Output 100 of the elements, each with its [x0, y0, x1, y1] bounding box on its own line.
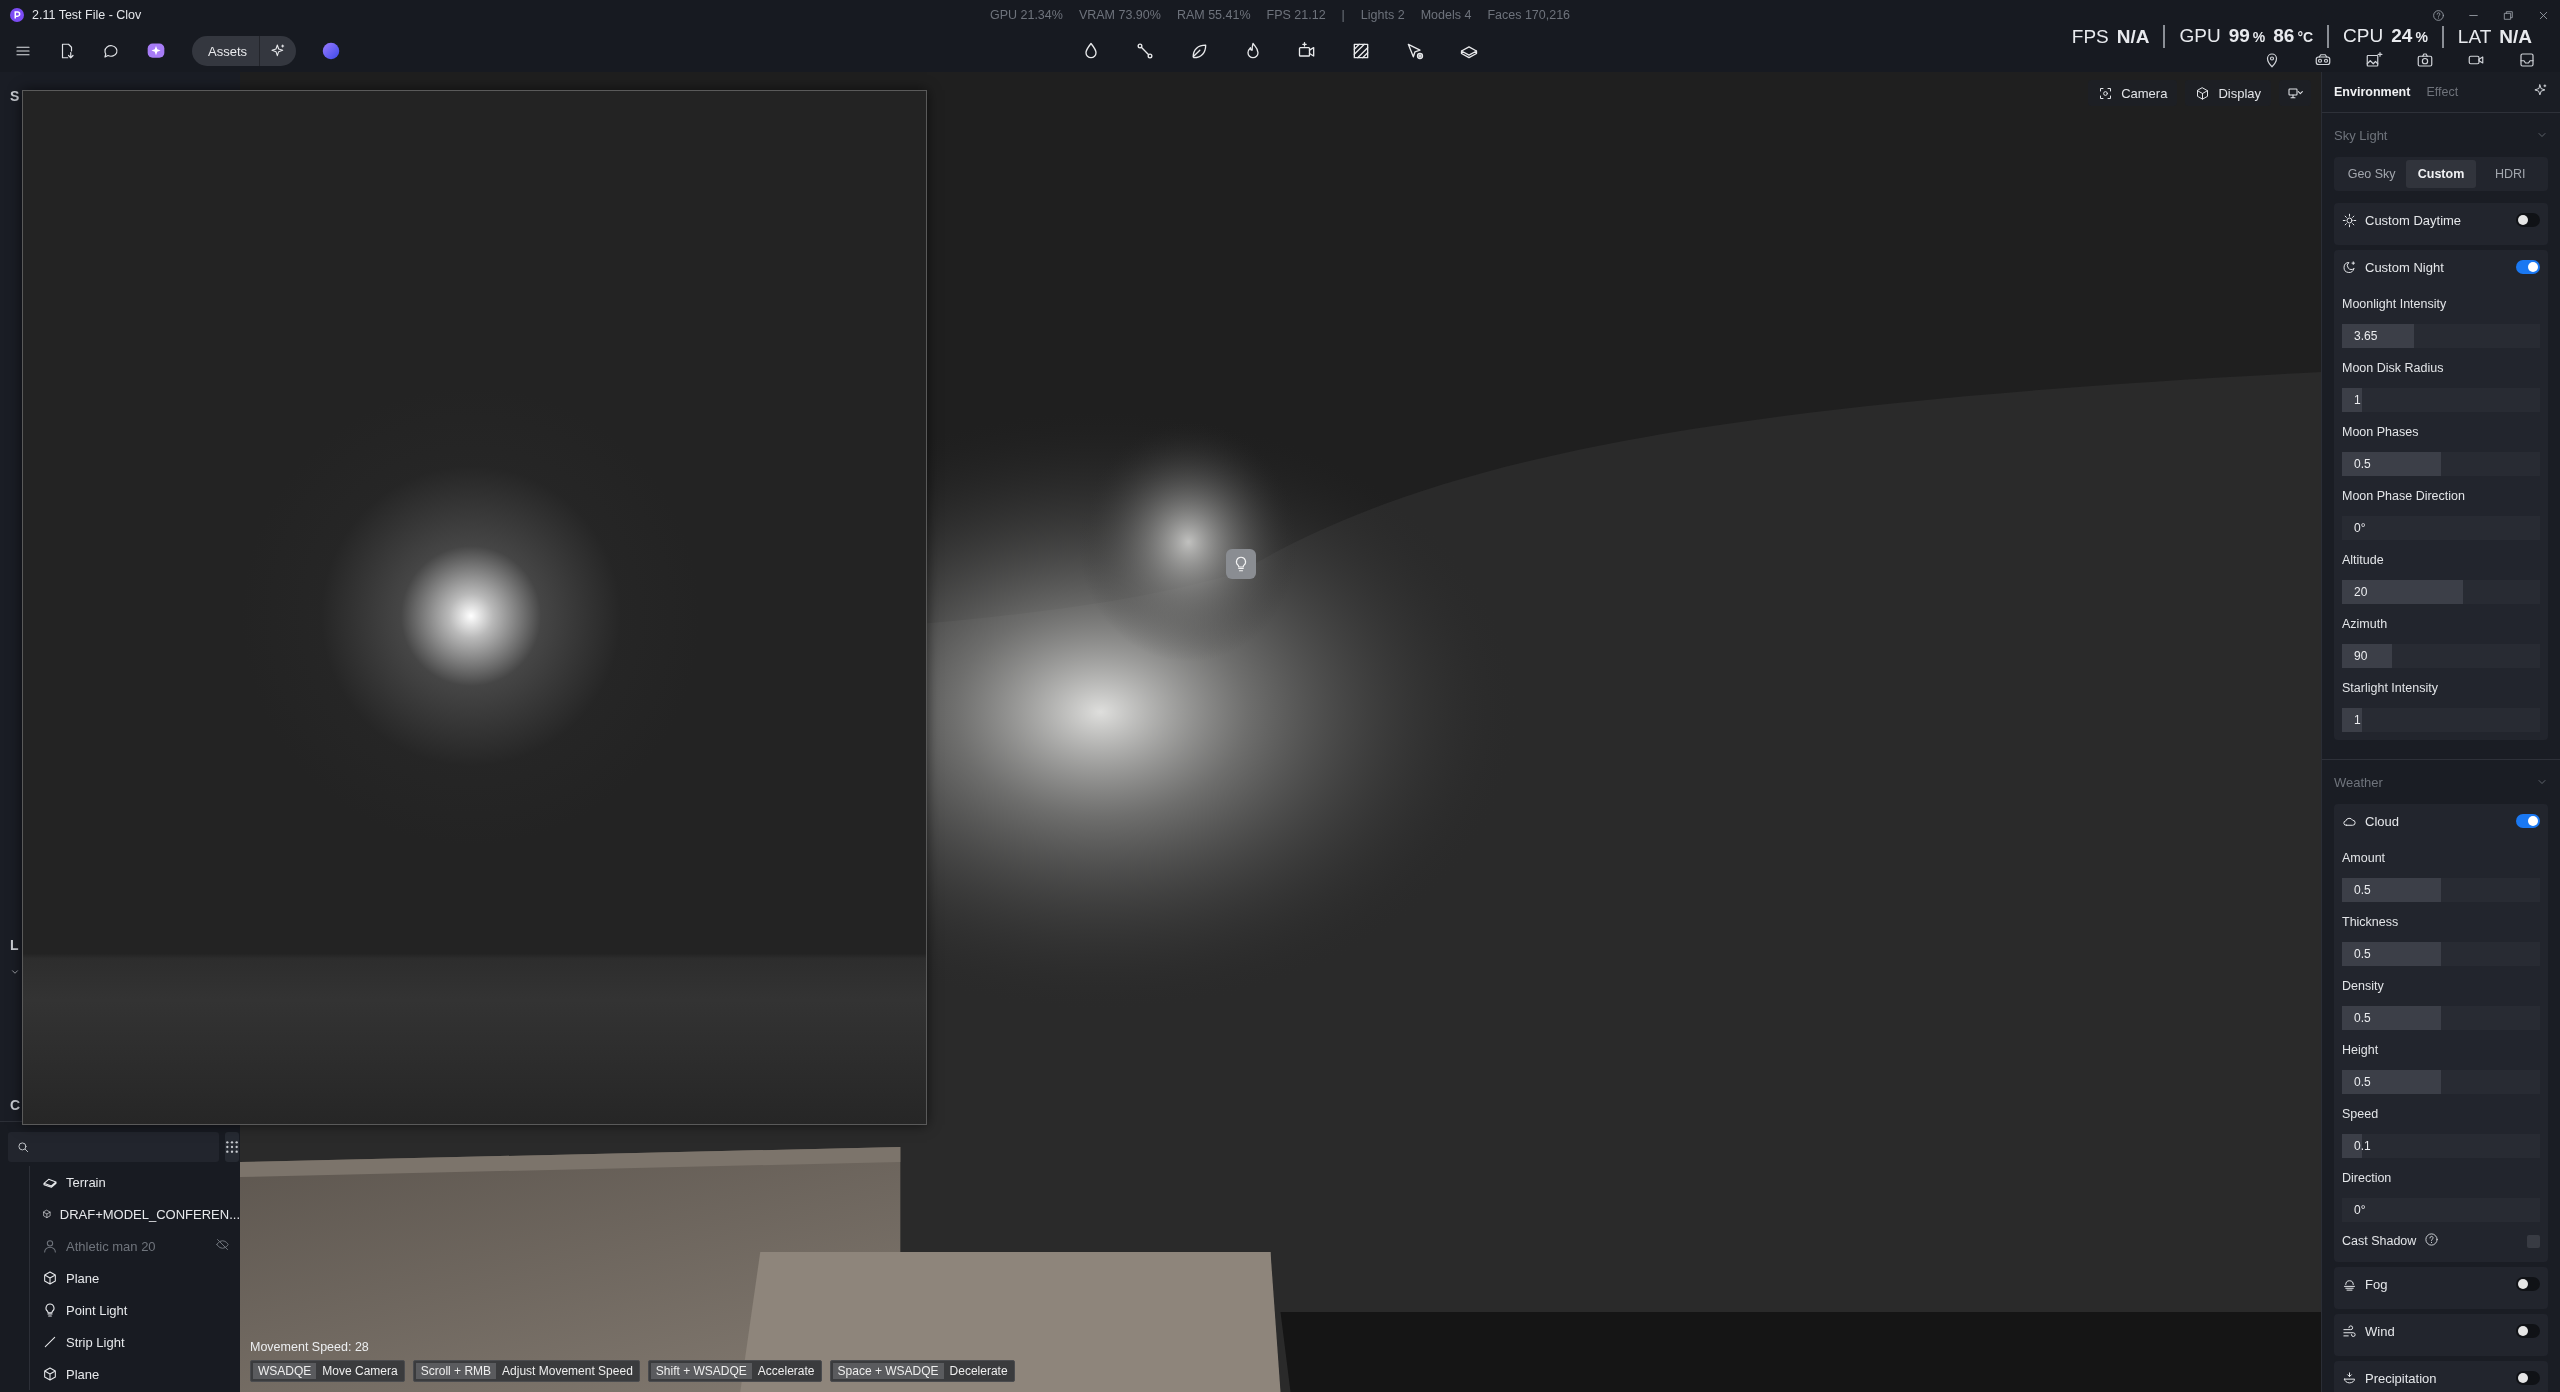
status-stat: Lights 2 — [1360, 8, 1405, 22]
help-icon[interactable] — [2424, 1232, 2440, 1247]
shortcut-action: Adjust Movement Speed — [502, 1364, 633, 1378]
section-title: Weather — [2334, 774, 2383, 790]
perf-value: 24 — [2391, 25, 2413, 47]
field-label: Direction — [2342, 1170, 2393, 1187]
perf-label: GPU — [2179, 25, 2221, 47]
slider-field[interactable]: 1 — [2342, 708, 2540, 732]
moon-icon — [2342, 259, 2357, 275]
panel-tab[interactable]: Environment — [2334, 85, 2411, 99]
number-field[interactable]: 0° — [2342, 516, 2540, 540]
shortcut-action: Decelerate — [949, 1364, 1008, 1378]
image-sparkle-icon[interactable] — [2365, 51, 2383, 69]
section-title: C — [10, 1097, 22, 1113]
eye-off-icon[interactable] — [215, 1237, 230, 1252]
slider-field[interactable]: 0.5 — [2342, 878, 2540, 902]
number-field[interactable]: 0° — [2342, 1198, 2540, 1222]
view-mode-dropdown[interactable] — [2279, 80, 2311, 106]
cursor-add-icon[interactable] — [1405, 41, 1425, 61]
help-icon[interactable] — [2432, 8, 2445, 22]
perf-value: 99 — [2228, 25, 2250, 47]
field-label: Cast Shadow — [2342, 1234, 2417, 1248]
app-logo-icon — [10, 8, 24, 22]
toggle-switch[interactable] — [2516, 1371, 2540, 1385]
field-label: Starlight Intensity — [2342, 680, 2439, 697]
section-title: L — [10, 937, 20, 953]
assets-button[interactable]: Assets — [192, 36, 259, 66]
line-icon — [42, 1334, 58, 1350]
shortcut-key: WSADQE — [253, 1363, 317, 1379]
viewport-button[interactable]: Camera — [2088, 80, 2178, 106]
perf-label: LAT — [2457, 25, 2492, 48]
restore-icon[interactable] — [2502, 8, 2515, 22]
chat-icon[interactable] — [102, 42, 120, 60]
shortcut-key: Shift + WSADQE — [650, 1363, 752, 1379]
slider-field[interactable]: 0.5 — [2342, 452, 2540, 476]
field-label: Azimuth — [2342, 616, 2389, 633]
slider-field[interactable]: 3.65 — [2342, 324, 2540, 348]
node-link-icon[interactable] — [1135, 41, 1155, 61]
toggle-switch[interactable] — [2516, 213, 2540, 227]
group-title: Custom Daytime — [2365, 212, 2462, 228]
grid-view-button[interactable] — [225, 1132, 239, 1162]
point-light-gizmo[interactable] — [1226, 549, 1256, 579]
chevron-down-icon — [10, 967, 20, 977]
movement-speed-label: Movement Speed: 28 — [250, 1340, 370, 1354]
mode-tab[interactable]: Custom — [2406, 160, 2476, 188]
shortcut-key: Space + WSADQE — [832, 1363, 944, 1379]
group-title: Precipitation — [2365, 1370, 2437, 1386]
slider-field[interactable]: 0.5 — [2342, 942, 2540, 966]
monitor-icon — [2287, 85, 2303, 101]
slider-field[interactable]: 0.5 — [2342, 1006, 2540, 1030]
status-stat: FPS 21.12 — [1266, 8, 1326, 22]
cube-icon — [42, 1270, 58, 1286]
shortcut-key: Scroll + RMB — [415, 1363, 497, 1379]
status-stat: GPU 21.34% — [989, 8, 1063, 22]
perf-label: FPS — [2071, 25, 2109, 48]
slider-field[interactable]: 0.1 — [2342, 1134, 2540, 1158]
focus-frame-icon — [2098, 85, 2114, 101]
field-label: Moon Phases — [2342, 424, 2420, 441]
perf-unit: °C — [2297, 28, 2314, 47]
shortcut-action: Move Camera — [322, 1364, 398, 1378]
mode-tab[interactable]: Geo Sky — [2337, 160, 2407, 188]
group-title: Cloud — [2365, 813, 2399, 829]
perf-value: N/A — [2116, 25, 2150, 48]
gradient-orb-icon[interactable] — [322, 42, 340, 60]
toggle-switch[interactable] — [2516, 814, 2540, 828]
group-title: Wind — [2365, 1323, 2395, 1339]
sparkle-icon[interactable] — [270, 43, 286, 59]
cube-icon — [2195, 85, 2211, 101]
person-icon — [42, 1238, 58, 1254]
section-title: S — [10, 88, 21, 104]
hatched-square-icon[interactable] — [1351, 41, 1371, 61]
toggle-switch[interactable] — [2516, 260, 2540, 274]
field-label: Thickness — [2342, 914, 2400, 931]
toggle-switch[interactable] — [2516, 1324, 2540, 1338]
mode-tab[interactable]: HDRI — [2475, 160, 2545, 188]
slider-field[interactable]: 20 — [2342, 580, 2540, 604]
camera-icon[interactable] — [2416, 51, 2434, 69]
perf-value: 86 — [2273, 25, 2295, 47]
status-stat: Faces 170,216 — [1487, 8, 1571, 22]
ai-assistant-icon[interactable] — [146, 41, 166, 61]
lightbulb-icon — [42, 1302, 58, 1318]
field-label: Height — [2342, 1042, 2380, 1059]
section-title: Sky Light — [2334, 127, 2388, 143]
slider-field[interactable]: 0.5 — [2342, 1070, 2540, 1094]
panel-tab[interactable]: Effect — [2426, 85, 2459, 99]
toggle-switch[interactable] — [2516, 1277, 2540, 1291]
status-stat: Models 4 — [1420, 8, 1472, 22]
search-field[interactable] — [8, 1132, 219, 1162]
wind-icon — [2342, 1323, 2357, 1339]
status-stat: VRAM 73.90% — [1078, 8, 1161, 22]
sparkle-icon[interactable] — [2533, 82, 2548, 98]
field-label: Altitude — [2342, 552, 2385, 569]
slider-field[interactable]: 90 — [2342, 644, 2540, 668]
inbox-icon[interactable] — [2518, 51, 2536, 69]
search-icon — [16, 1140, 30, 1154]
slider-field[interactable]: 1 — [2342, 388, 2540, 412]
field-label: Speed — [2342, 1106, 2380, 1123]
viewport-button[interactable]: Display — [2185, 80, 2271, 106]
cube-icon — [42, 1366, 58, 1382]
shortcut-action: Accelerate — [757, 1364, 815, 1378]
